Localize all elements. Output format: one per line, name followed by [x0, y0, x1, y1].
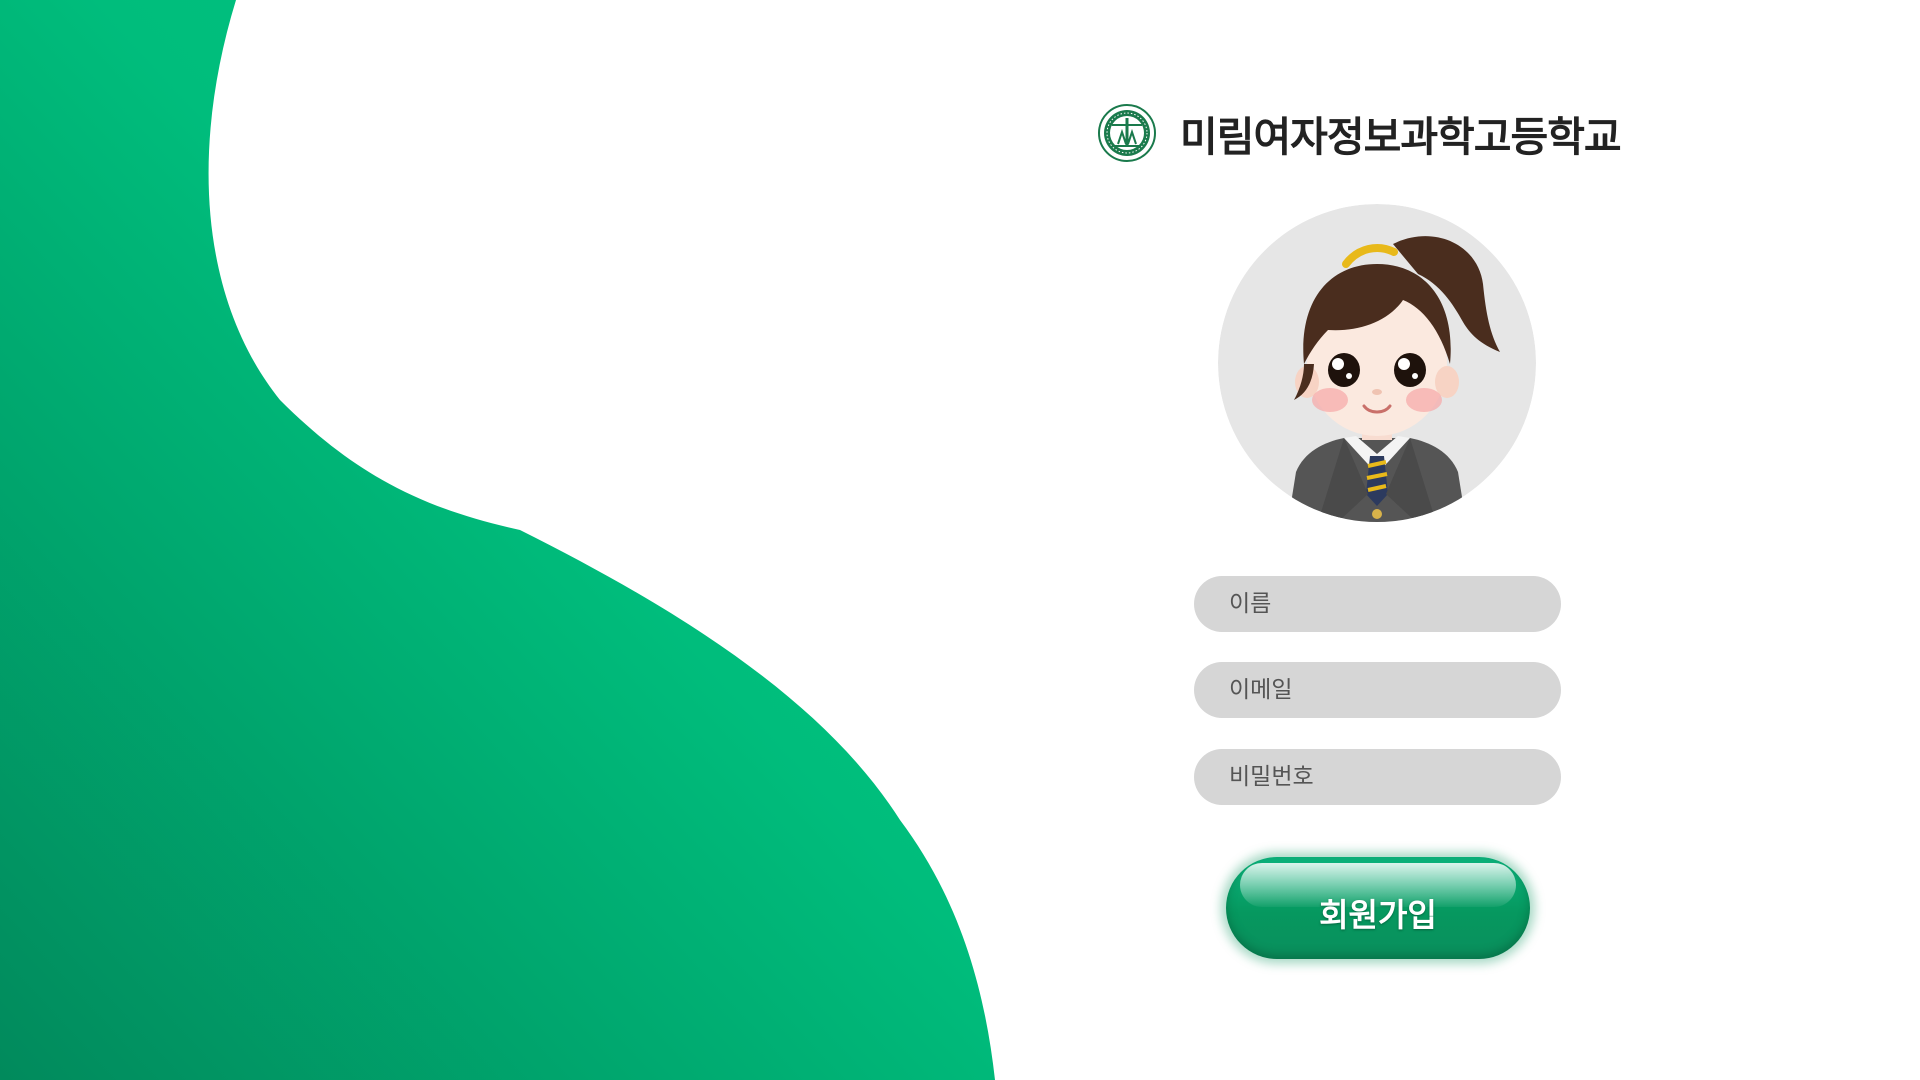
school-name-title: 미림여자정보과학고등학교: [1180, 113, 1622, 161]
password-input[interactable]: [1194, 749, 1561, 805]
signup-button[interactable]: 회원가입: [1226, 857, 1530, 959]
school-emblem-icon: [1098, 104, 1156, 162]
student-avatar: [1218, 204, 1536, 522]
student-character-avatar-icon: [1218, 204, 1536, 522]
green-wave-background: [0, 0, 995, 1080]
header: 미림여자정보과학고등학교: [1098, 103, 1622, 163]
name-input[interactable]: [1194, 576, 1561, 632]
email-input[interactable]: [1194, 662, 1561, 718]
signup-button-label: 회원가입: [1319, 896, 1437, 934]
